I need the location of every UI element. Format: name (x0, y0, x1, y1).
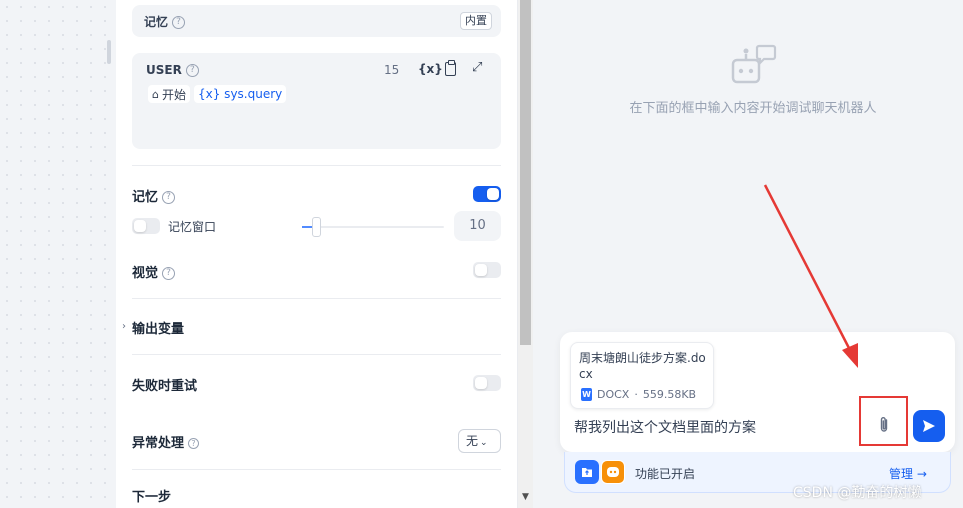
home-icon: ⌂ (152, 87, 159, 101)
manage-features-link[interactable]: 管理 → (889, 465, 927, 482)
arrow-right-icon: → (916, 467, 927, 481)
scrollbar-thumb[interactable] (520, 0, 531, 345)
watermark: CSDN @勤奋的树懒 (793, 485, 922, 501)
user-prompt-title: USER? (146, 63, 199, 77)
memory-section-title-text: 记忆 (144, 15, 169, 29)
help-icon[interactable]: ? (185, 64, 199, 77)
help-icon[interactable]: ? (162, 267, 176, 280)
token-count: 15 (384, 63, 400, 77)
send-button[interactable] (913, 410, 945, 442)
panel-resize-handle[interactable] (107, 40, 111, 64)
expand-icon[interactable]: ⤢ (472, 60, 482, 75)
attached-file-meta: W DOCX · 559.58KB (581, 388, 696, 401)
sys-query-chip: {x} sys.query (194, 85, 287, 103)
help-icon[interactable]: ? (188, 438, 200, 449)
file-upload-feature-icon (575, 460, 599, 484)
paperclip-icon[interactable] (877, 416, 891, 434)
opening-statement-feature-icon (601, 460, 625, 484)
memory-label-text: 记忆 (132, 190, 159, 205)
memory-label: 记忆? (132, 186, 176, 205)
retry-on-fail-toggle[interactable] (473, 375, 501, 391)
docx-file-icon: W (581, 388, 592, 401)
start-node-chip-label: 开始 (161, 87, 186, 102)
retry-on-fail-label: 失败时重试 (132, 379, 198, 394)
vision-label: 视觉? (132, 262, 176, 281)
memory-toggle[interactable] (473, 186, 501, 202)
vision-label-text: 视觉 (132, 266, 159, 281)
builtin-tag: 内置 (460, 12, 492, 30)
memory-builtin-section: 记忆? 内置 (132, 5, 501, 37)
memory-window-slider-handle[interactable] (312, 217, 321, 237)
attached-file-size: 559.58KB (642, 388, 697, 401)
empty-chat-hint: 在下面的框中输入内容开始调试聊天机器人 (629, 101, 877, 116)
chevron-right-icon[interactable]: › (122, 321, 126, 332)
user-prompt-title-text: USER (146, 63, 182, 77)
user-prompt-editor[interactable]: USER? 15 {x} ⤢ ⌂ 开始 {x} sys.query (132, 53, 501, 149)
error-handling-label: 异常处理? (132, 432, 200, 451)
meta-separator: · (634, 388, 638, 401)
error-handling-select-value: 无 (466, 434, 479, 448)
scroll-down-arrow[interactable]: ▼ (520, 491, 531, 503)
attached-file-card[interactable]: 周末塘朗山徒步方案.docx W DOCX · 559.58KB (570, 342, 714, 409)
vision-toggle[interactable] (473, 262, 501, 278)
manage-features-label: 管理 (889, 467, 914, 481)
variable-chips: ⌂ 开始 {x} sys.query (148, 85, 287, 103)
features-enabled-label: 功能已开启 (635, 467, 696, 481)
error-handling-label-text: 异常处理 (132, 436, 185, 451)
divider (132, 298, 501, 299)
next-step-label: 下一步 (132, 490, 172, 505)
memory-window-slider-track[interactable] (302, 226, 444, 228)
memory-section-title: 记忆? (144, 13, 186, 30)
divider (132, 165, 501, 166)
help-icon[interactable]: ? (172, 16, 186, 29)
chevron-down-icon: ⌄ (480, 438, 488, 448)
chat-message-input[interactable]: 帮我列出这个文档里面的方案 (574, 417, 756, 437)
memory-window-label: 记忆窗口 (168, 220, 217, 234)
attached-file-name: 周末塘朗山徒步方案.docx (579, 351, 706, 381)
error-handling-select[interactable]: 无 ⌄ (458, 429, 501, 453)
insert-variable-button[interactable]: {x} (418, 62, 443, 76)
clipboard-icon[interactable] (445, 60, 456, 76)
memory-window-input[interactable]: 10 (454, 211, 501, 241)
chatbot-icon (731, 44, 777, 84)
memory-window-toggle[interactable] (132, 218, 160, 234)
send-icon (923, 420, 935, 432)
divider (132, 469, 501, 470)
panel-gap (533, 0, 543, 508)
output-variables-toggle[interactable]: 输出变量 (132, 318, 184, 337)
attached-file-type: DOCX (597, 388, 630, 401)
start-node-chip: ⌂ 开始 (148, 85, 190, 103)
divider (132, 354, 501, 355)
workflow-canvas[interactable] (0, 0, 116, 508)
help-icon[interactable]: ? (162, 191, 176, 204)
